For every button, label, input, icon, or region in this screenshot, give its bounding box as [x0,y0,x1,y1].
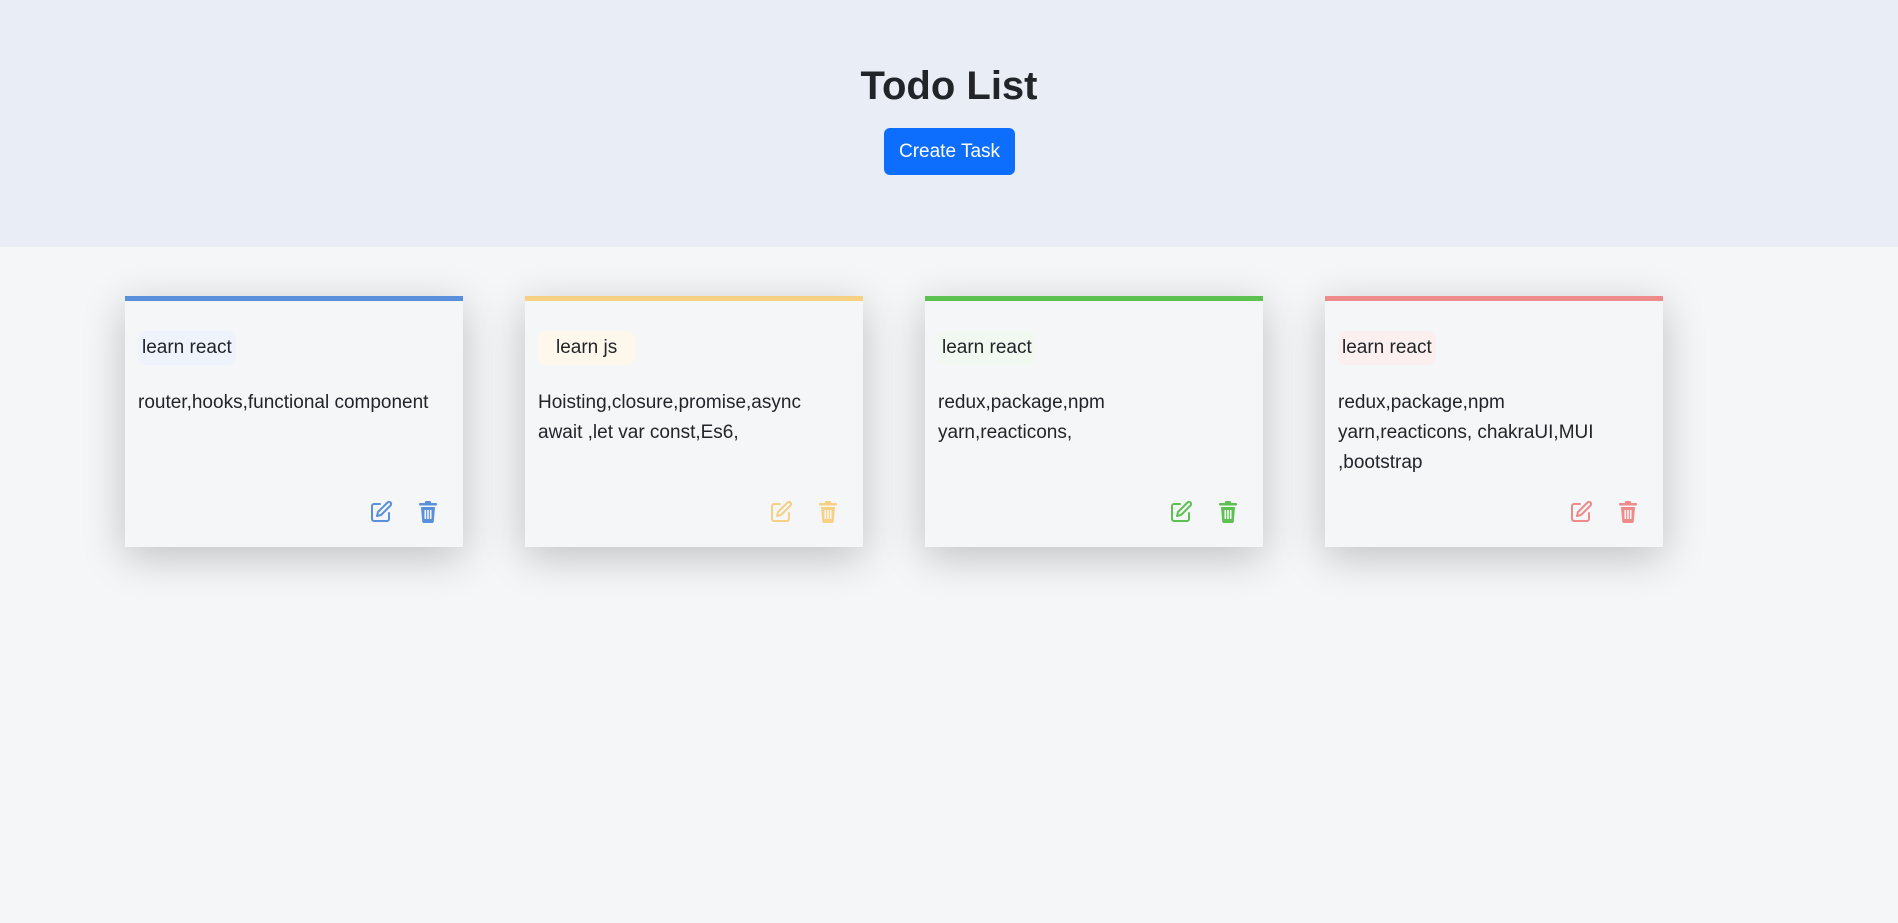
trash-icon[interactable] [416,500,440,524]
task-card: learn react redux,package,npm yarn,react… [1325,296,1663,547]
task-card: learn react router,hooks,functional comp… [125,296,463,547]
task-name-badge: learn react [1338,331,1436,365]
task-name-badge: learn react [938,331,1036,365]
task-actions [369,500,440,524]
task-card: learn js Hoisting,closure,promise,async … [525,296,863,547]
page-header: Todo List Create Task [0,0,1898,247]
page-title: Todo List [860,64,1038,108]
task-actions [1569,500,1640,524]
task-description: Hoisting,closure,promise,async await ,le… [538,392,801,443]
edit-icon[interactable] [369,500,393,524]
task-actions [1169,500,1240,524]
task-description: router,hooks,functional component [138,392,429,413]
trash-icon[interactable] [816,500,840,524]
task-actions [769,500,840,524]
edit-icon[interactable] [1169,500,1193,524]
trash-icon[interactable] [1616,500,1640,524]
trash-icon[interactable] [1216,500,1240,524]
task-card: learn react redux,package,npm yarn,react… [925,296,1263,547]
task-name-badge: learn react [138,331,236,365]
task-description: redux,package,npm yarn,reacticons, chakr… [1338,392,1594,473]
task-description: redux,package,npm yarn,reacticons, [938,392,1105,443]
create-task-button[interactable]: Create Task [884,128,1015,175]
edit-icon[interactable] [1569,500,1593,524]
edit-icon[interactable] [769,500,793,524]
task-name-badge: learn js [538,331,636,365]
